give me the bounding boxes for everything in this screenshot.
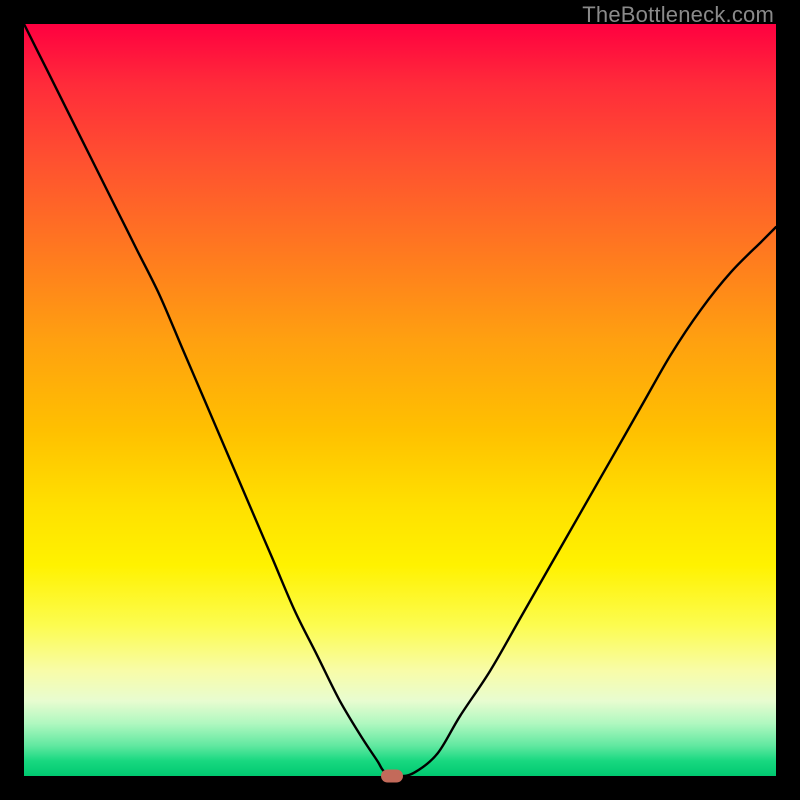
optimal-marker: [381, 770, 403, 783]
bottleneck-curve: [24, 24, 776, 776]
chart-frame: TheBottleneck.com: [0, 0, 800, 800]
watermark-text: TheBottleneck.com: [582, 2, 774, 28]
plot-area: [24, 24, 776, 776]
